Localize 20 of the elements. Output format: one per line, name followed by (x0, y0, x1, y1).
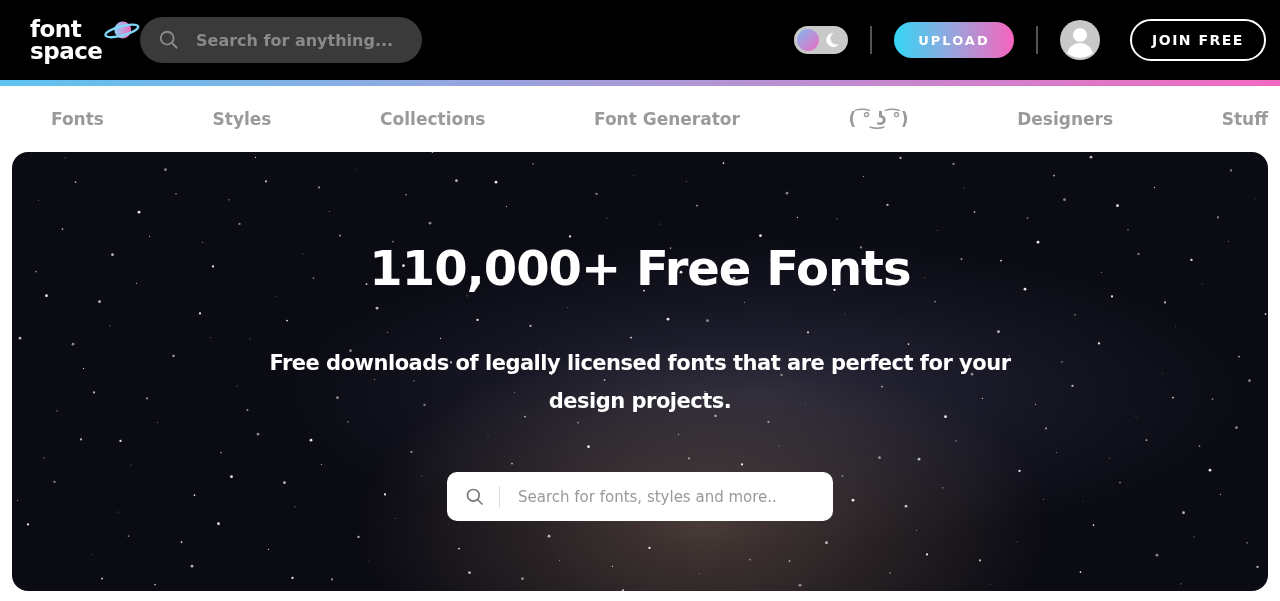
nav-link[interactable]: Designers (1017, 109, 1114, 129)
font-search-bar[interactable]: Search for fonts, styles and more.. (447, 472, 833, 521)
site-logo[interactable]: font space (30, 18, 103, 62)
nav-link[interactable]: Collections (380, 109, 486, 129)
search-icon (158, 29, 180, 51)
hero-title: 110,000+ Free Fonts (369, 240, 911, 296)
nav-link[interactable]: ( ͡° ͜ʖ ͡°) (848, 109, 909, 129)
search-icon (465, 486, 485, 507)
theme-toggle[interactable] (794, 26, 848, 54)
moon-icon (824, 32, 840, 48)
nav-link[interactable]: Stuff (1221, 109, 1268, 129)
join-free-button[interactable]: JOIN FREE (1130, 19, 1266, 61)
upload-button[interactable]: UPLOAD (894, 22, 1014, 58)
search-field[interactable]: Search for anything... (194, 29, 404, 51)
avatar-icon[interactable] (1060, 20, 1100, 60)
search-bar[interactable]: Search for anything... (140, 17, 422, 63)
nav-link[interactable]: Fonts (51, 109, 104, 129)
nav-link[interactable]: Styles (212, 109, 272, 129)
nav-link[interactable]: Font Generator (594, 109, 740, 129)
hero-subtitle: Free downloads of legally licensed fonts that are perfect for your design projects. (268, 350, 1012, 415)
